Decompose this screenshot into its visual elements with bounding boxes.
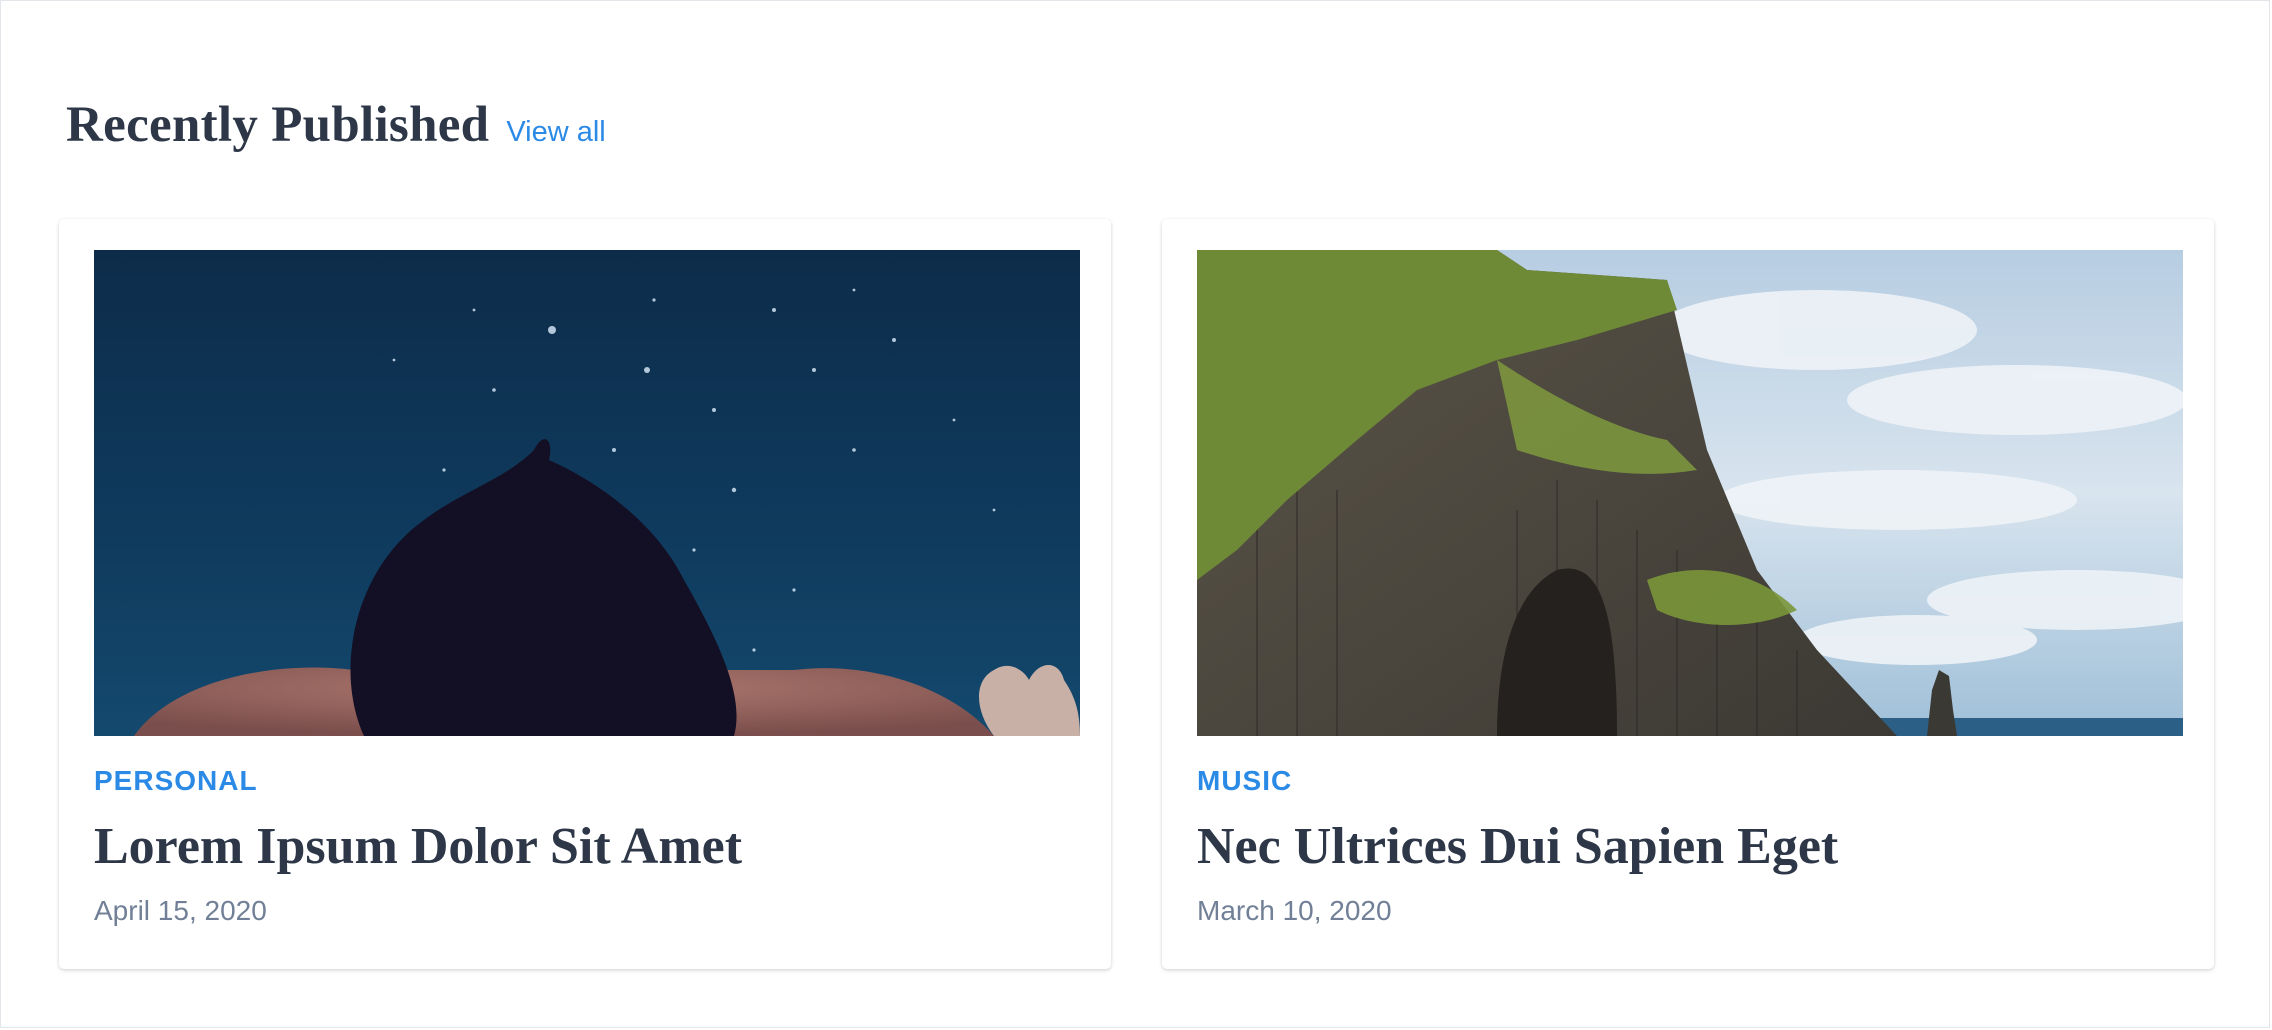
post-category-1[interactable]: PERSONAL [94,765,258,797]
post-category-2[interactable]: MUSIC [1197,765,1292,797]
section-header: Recently Published View all [66,96,606,154]
post-thumbnail-2[interactable] [1197,250,2183,736]
post-card-2[interactable]: MUSIC Nec Ultrices Dui Sapien Eget March… [1162,219,2214,969]
post-date-2: March 10, 2020 [1197,895,1392,926]
page-frame: Recently Published View all PERSONAL Lor… [0,0,2270,1028]
section-title: Recently Published [66,97,490,153]
post-title-2[interactable]: Nec Ultrices Dui Sapien Eget [1197,817,1838,876]
post-date-1: April 15, 2020 [94,895,267,926]
underwater-swimmer-image [94,250,1080,736]
post-card-1[interactable]: PERSONAL Lorem Ipsum Dolor Sit Amet Apri… [59,219,1111,969]
sea-cliff-image [1197,250,2183,736]
view-all-link[interactable]: View all [506,116,605,149]
post-title-1[interactable]: Lorem Ipsum Dolor Sit Amet [94,817,742,876]
post-thumbnail-1[interactable] [94,250,1080,736]
